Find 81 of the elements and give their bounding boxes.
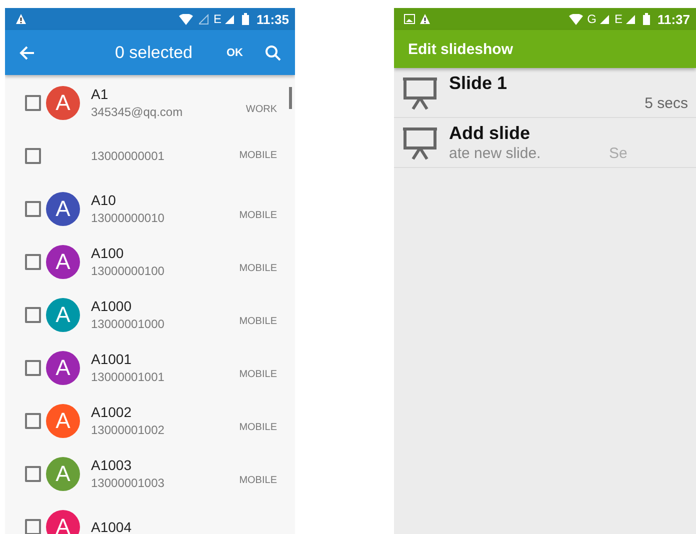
- contact-type: MOBILE: [239, 263, 277, 274]
- checkbox[interactable]: [25, 148, 41, 164]
- contact-row[interactable]: 13000000001 MOBILE: [5, 129, 295, 182]
- avatar: A: [46, 86, 80, 120]
- scrollbar: [289, 87, 292, 109]
- screen-title: Edit slideshow: [408, 40, 514, 58]
- checkbox[interactable]: [25, 466, 41, 482]
- contact-name: A1003: [91, 457, 132, 473]
- contact-row[interactable]: A A1000 13000001000 MOBILE: [5, 288, 295, 341]
- contact-name: A1000: [91, 298, 132, 314]
- status-time: 11:35: [256, 12, 289, 26]
- signal-icon: [600, 14, 610, 24]
- contact-row[interactable]: A A1001 13000001001 MOBILE: [5, 341, 295, 394]
- contact-row[interactable]: A A1 345345@qq.com WORK: [5, 76, 295, 129]
- back-arrow-icon: [19, 46, 35, 60]
- slide-duration: 5 secs: [644, 95, 688, 112]
- slide-title: Slide 1: [449, 73, 508, 94]
- checkbox[interactable]: [25, 254, 41, 270]
- contact-name: A1002: [91, 404, 132, 420]
- checkbox[interactable]: [25, 360, 41, 376]
- battery-icon: [242, 13, 250, 25]
- contact-detail: 13000000100: [91, 264, 166, 278]
- contact-detail: 13000001000: [91, 317, 166, 331]
- network-type: E: [614, 12, 622, 26]
- contact-type: MOBILE: [239, 210, 277, 221]
- search-icon: [265, 44, 281, 60]
- contact-detail: 13000001002: [91, 423, 166, 437]
- contact-detail: 345345@qq.com: [91, 105, 184, 119]
- checkbox[interactable]: [25, 94, 41, 110]
- contact-detail: 13000001003: [91, 476, 166, 490]
- contact-type: MOBILE: [239, 150, 277, 161]
- contact-detail: 13000001001: [91, 370, 166, 384]
- contact-name: A1: [91, 86, 110, 102]
- contact-row[interactable]: A A10 13000000010 MOBILE: [5, 182, 295, 235]
- contact-row[interactable]: A A1003 13000001003 MOBILE: [5, 447, 295, 500]
- avatar: A: [46, 350, 80, 384]
- image-icon: [404, 14, 415, 24]
- signal-icon: [225, 14, 236, 24]
- slide-row[interactable]: Slide 1 5 secs: [394, 68, 696, 118]
- avatar: A: [46, 298, 80, 332]
- checkbox[interactable]: [25, 412, 41, 428]
- contact-type: MOBILE: [239, 316, 277, 327]
- wifi-icon: [569, 14, 584, 24]
- slide-hint: Se: [609, 145, 628, 162]
- contact-name: A1001: [91, 351, 132, 367]
- slide-title: Add slide: [449, 123, 532, 144]
- network-type: E: [213, 12, 222, 26]
- contact-name: A10: [91, 192, 117, 208]
- contact-name: A100: [91, 245, 125, 261]
- status-time: 11:37: [657, 12, 690, 26]
- presentation-board-icon: [402, 76, 438, 110]
- contact-detail: 13000000010: [91, 211, 166, 225]
- contact-detail: 13000000001: [91, 148, 166, 162]
- avatar: A: [46, 404, 80, 438]
- contact-type: MOBILE: [239, 369, 277, 380]
- contact-name: A1004: [91, 518, 132, 534]
- contact-type: WORK: [246, 104, 277, 115]
- signal-icon: [199, 14, 210, 24]
- checkbox[interactable]: [25, 200, 41, 216]
- contact-type: MOBILE: [239, 475, 277, 486]
- wifi-icon: [179, 14, 194, 24]
- signal-icon: [626, 14, 636, 24]
- warning-icon: [419, 13, 431, 25]
- slide-row[interactable]: Add slide ate new slide. Se: [394, 118, 696, 168]
- contact-type: MOBILE: [239, 422, 277, 433]
- battery-icon: [643, 13, 650, 25]
- presentation-board-icon: [402, 126, 438, 160]
- avatar: A: [46, 510, 80, 534]
- contact-row[interactable]: A A100 13000000100 MOBILE: [5, 235, 295, 288]
- checkbox[interactable]: [25, 306, 41, 322]
- slide-subtitle: ate new slide.: [449, 145, 542, 162]
- warning-icon: [15, 13, 27, 25]
- avatar: A: [46, 456, 80, 490]
- selection-count[interactable]: 0 selected: [115, 42, 220, 62]
- network-type: G: [587, 12, 596, 26]
- ok-button[interactable]: OK: [220, 42, 249, 62]
- contact-row[interactable]: A A1004: [5, 500, 295, 534]
- checkbox[interactable]: [25, 518, 41, 534]
- avatar: A: [46, 192, 80, 226]
- contact-row[interactable]: A A1002 13000001002 MOBILE: [5, 394, 295, 447]
- avatar: A: [46, 244, 80, 278]
